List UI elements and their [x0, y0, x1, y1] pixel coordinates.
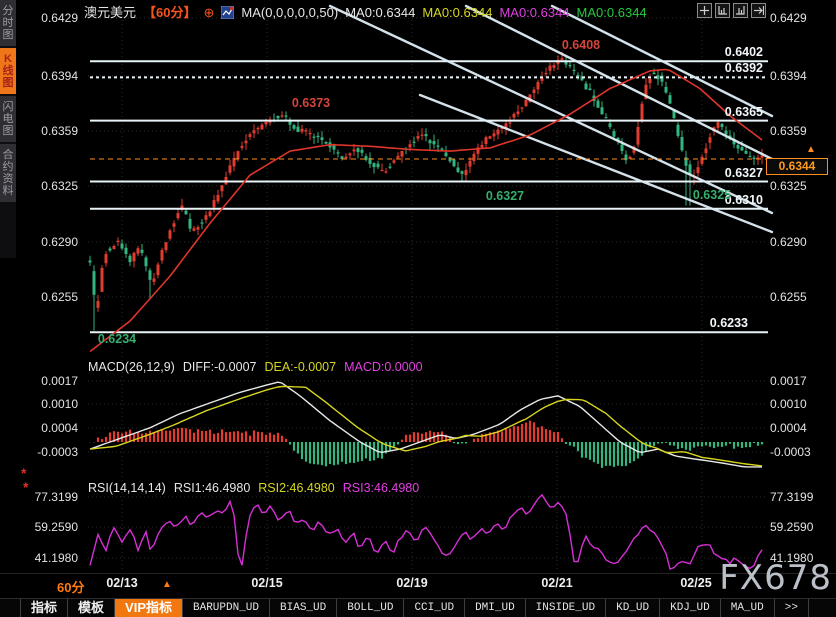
time-axis-label: 02/15: [245, 576, 289, 590]
y-axis-label-right: 0.6359: [770, 124, 807, 138]
toolbar-item-2[interactable]: 模板: [68, 599, 115, 617]
toolbar-item-3[interactable]: VIP指标: [115, 599, 183, 617]
ma-value-2: MA0:0.6344: [422, 5, 492, 20]
macd-header: MACD(26,12,9) DIFF:-0.0007 DEA:-0.0007 MACD…: [88, 360, 423, 374]
ma-value-4: MA0:0.6344: [577, 5, 647, 20]
sidebar-tab-3[interactable]: 闪电图: [0, 96, 16, 142]
chart-header: 澳元美元【60分】⊕MA(0,0,0,0,0,50)MA0:0.6344MA0:…: [84, 2, 661, 22]
rsi-title: RSI(14,14,14): [88, 481, 166, 495]
y-axis-label-left: 41.1980: [20, 551, 78, 565]
sidebar-tab-1[interactable]: 分时图: [0, 0, 16, 46]
rsi1-value: RSI1:46.4980: [174, 481, 250, 495]
time-axis-label: 02/21: [535, 576, 579, 590]
y-axis-label-right: 0.0010: [770, 397, 807, 411]
y-axis-label-left: 0.6394: [20, 69, 78, 83]
y-axis-label-left: -0.0003: [20, 445, 78, 459]
price-up-arrow-icon: ▲: [806, 144, 816, 155]
toolbar-item-1[interactable]: 指标: [21, 599, 68, 617]
scale-right-icon[interactable]: [733, 3, 748, 18]
rsi3-value: RSI3:46.4980: [343, 481, 419, 495]
time-axis-label: 02/19: [390, 576, 434, 590]
y-axis-label-right: 77.3199: [770, 490, 813, 504]
macd-diff-value: DIFF:-0.0007: [183, 360, 257, 374]
bottom-toolbar: 指标模板VIP指标BARUPDN_UDBIAS_UDBOLL_UDCCI_UDD…: [0, 598, 836, 617]
ma-value-1: MA0:0.6344: [345, 5, 415, 20]
toolbar-spacer: [0, 599, 21, 617]
y-axis-label-left: 0.0017: [20, 374, 78, 388]
toolbar-item-12[interactable]: MA_UD: [721, 599, 775, 617]
ma-settings: MA(0,0,0,0,0,50): [241, 5, 338, 20]
y-axis-label-left: 0.6325: [20, 179, 78, 193]
y-axis-label-right: -0.0003: [770, 445, 811, 459]
y-axis-label-right: 0.6290: [770, 235, 807, 249]
y-axis-label-left: 0.6359: [20, 124, 78, 138]
price-annotation: 0.6234: [91, 332, 143, 346]
sidebar: 分时图 K线图闪电图合约资料: [0, 0, 16, 258]
price-level-label: 0.6402: [703, 45, 763, 59]
rsi-header: RSI(14,14,14) RSI1:46.4980 RSI2:46.4980 RSI…: [88, 481, 419, 495]
toolbar-item-7[interactable]: CCI_UD: [404, 599, 465, 617]
toolbar-item-4[interactable]: BARUPDN_UD: [183, 599, 270, 617]
scale-left-icon[interactable]: [715, 3, 730, 18]
y-axis-label-left: 0.0010: [20, 397, 78, 411]
symbol-title: 澳元美元: [84, 5, 136, 20]
toolbar-more-button[interactable]: >>: [775, 599, 809, 617]
ma-value-3: MA0:0.6344: [499, 5, 569, 20]
signal-up-arrow-icon: ▲: [162, 579, 172, 590]
y-axis-label-left: 0.6429: [20, 11, 78, 25]
toolbar-item-5[interactable]: BIAS_UD: [270, 599, 337, 617]
y-axis-label-right: 0.0017: [770, 374, 807, 388]
y-axis-label-right: 0.6429: [770, 11, 807, 25]
pan-right-icon[interactable]: [751, 3, 766, 18]
y-axis-label-left: 0.6290: [20, 235, 78, 249]
y-axis-label-right: 0.0004: [770, 421, 807, 435]
price-level-label: 0.6233: [688, 316, 748, 330]
sidebar-tab-2[interactable]: K线图: [0, 48, 16, 94]
price-level-label: 0.6365: [703, 105, 763, 119]
toolbar-item-6[interactable]: BOLL_UD: [337, 599, 404, 617]
period-footer[interactable]: 60分: [57, 577, 84, 596]
period-label: 【60分】: [143, 5, 196, 20]
rsi2-value: RSI2:46.4980: [258, 481, 334, 495]
add-indicator-icon[interactable]: ⊕: [203, 5, 214, 20]
y-axis-label-right: 0.6394: [770, 69, 807, 83]
ma-values: MA0:0.6344 MA0:0.6344 MA0:0.6344 MA0:0.6344: [345, 5, 653, 20]
time-axis-label: 02/13: [100, 576, 144, 590]
current-price-tag: 0.6344: [766, 158, 828, 175]
macd-macd-value: MACD:0.0000: [344, 360, 423, 374]
rsi-marker-icon[interactable]: *: [23, 483, 28, 491]
price-level-label: 0.6327: [703, 166, 763, 180]
y-axis-label-left: 77.3199: [20, 490, 78, 504]
toolbar-item-11[interactable]: KDJ_UD: [660, 599, 721, 617]
price-annotation: 0.6373: [285, 96, 337, 110]
macd-dea-value: DEA:-0.0007: [264, 360, 336, 374]
macd-marker-icon[interactable]: *: [21, 469, 26, 477]
price-annotation: 0.6325: [686, 188, 738, 202]
chart-toolbar-icons: [697, 3, 766, 18]
toolbar-item-9[interactable]: INSIDE_UD: [526, 599, 606, 617]
price-annotation: 0.6408: [555, 38, 607, 52]
y-axis-label-left: 0.0004: [20, 421, 78, 435]
move-icon[interactable]: [697, 3, 712, 18]
price-level-label: 0.6392: [703, 61, 763, 75]
toolbar-item-8[interactable]: DMI_UD: [465, 599, 526, 617]
macd-title: MACD(26,12,9): [88, 360, 175, 374]
chart-canvas: [0, 0, 836, 598]
toolbar-item-10[interactable]: KD_UD: [606, 599, 660, 617]
price-annotation: 0.6327: [479, 189, 531, 203]
line-chart-icon: [221, 6, 234, 22]
y-axis-label-left: 59.2590: [20, 520, 78, 534]
y-axis-label-right: 0.6255: [770, 290, 807, 304]
watermark: FX678: [719, 558, 832, 598]
trading-app-window: 分时图 K线图闪电图合约资料 澳元美元【60分】 ⊕ MA(0,0,0,0,0,50)…: [0, 0, 836, 617]
sidebar-tab-4[interactable]: 合约资料: [0, 144, 16, 202]
time-axis-label: 02/25: [674, 576, 718, 590]
y-axis-label-right: 0.6325: [770, 179, 807, 193]
y-axis-label-left: 0.6255: [20, 290, 78, 304]
y-axis-label-right: 59.2590: [770, 520, 813, 534]
